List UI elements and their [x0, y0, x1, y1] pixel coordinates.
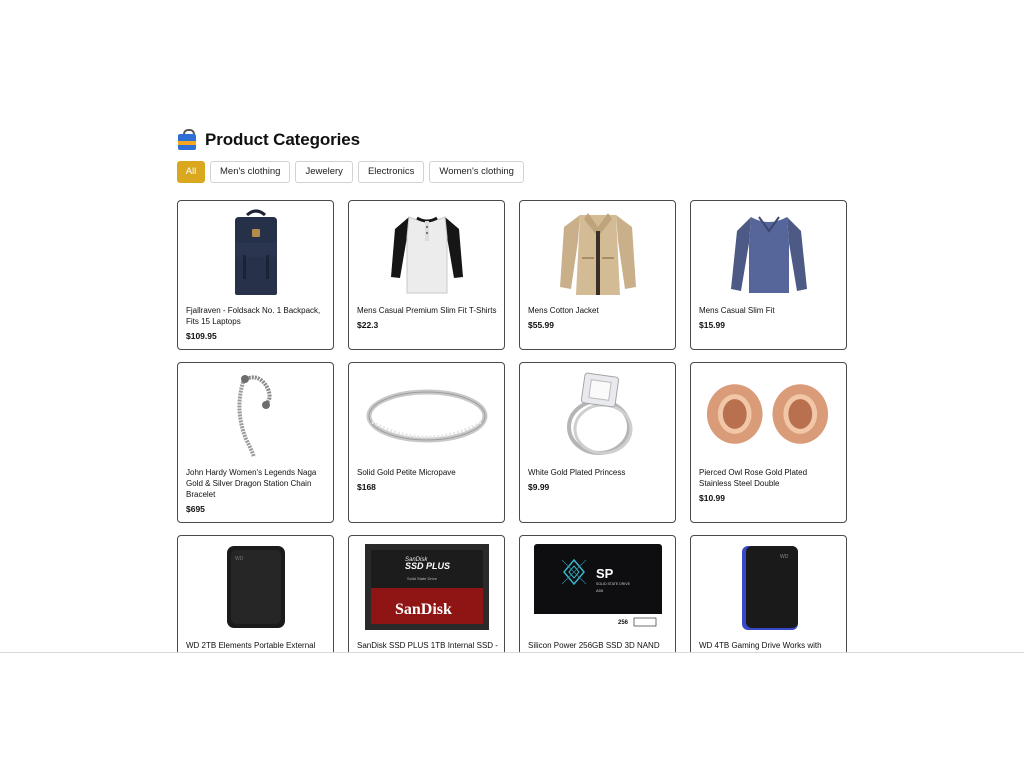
princess-ring-image — [528, 369, 667, 459]
product-card[interactable]: Mens Casual Premium Slim Fit T-Shirts $2… — [348, 200, 505, 350]
dragon-bracelet-image — [186, 369, 325, 459]
page-viewport[interactable]: Product Categories All Men's clothing Je… — [0, 0, 1024, 653]
backpack-image — [186, 207, 325, 297]
filter-jewelery-button[interactable]: Jewelery — [295, 161, 353, 183]
product-price: $109.95 — [186, 331, 217, 341]
product-name: Fjallraven - Foldsack No. 1 Backpack, Fi… — [186, 306, 321, 326]
product-price: $10.99 — [699, 493, 725, 503]
product-price: $22.3 — [357, 320, 379, 330]
sandisk-ssd-image: SanDisk SSD PLUS Solid State Drive SanDi… — [357, 542, 496, 632]
sp-type: SOLID STATE DRIVE — [596, 582, 631, 586]
product-name: Mens Cotton Jacket — [528, 306, 599, 315]
product-name: Mens Casual Slim Fit — [699, 306, 775, 315]
product-price: $9.99 — [528, 482, 550, 492]
sp-model: A55 — [596, 588, 604, 593]
product-card[interactable]: Pierced Owl Rose Gold Plated Stainless S… — [690, 362, 847, 523]
rose-gold-plugs-image — [699, 369, 838, 459]
ssd-model-label: SSD PLUS — [405, 561, 450, 571]
cotton-jacket-image — [528, 207, 667, 297]
product-card[interactable]: John Hardy Women's Legends Naga Gold & S… — [177, 362, 334, 523]
product-card[interactable]: SP SOLID STATE DRIVE A55 256 Silicon Pow… — [519, 535, 676, 652]
page-heading: Product Categories — [177, 128, 360, 152]
filter-electronics-button[interactable]: Electronics — [357, 161, 425, 183]
micropave-ring-image — [357, 369, 496, 459]
svg-text:WD: WD — [780, 554, 789, 560]
product-price: $15.99 — [699, 320, 725, 330]
product-price: $695 — [186, 504, 205, 514]
product-name: White Gold Plated Princess — [528, 468, 626, 477]
sp-brand: SP — [596, 566, 614, 581]
ssd-type-label: Solid State Drive — [407, 576, 438, 581]
ssd-brand-logo: SanDisk — [395, 601, 452, 618]
product-card[interactable]: Mens Cotton Jacket $55.99 — [519, 200, 676, 350]
product-price: $55.99 — [528, 320, 554, 330]
product-card[interactable]: WD WD 2TB Elements Portable External Har… — [177, 535, 334, 652]
product-card[interactable]: Mens Casual Slim Fit $15.99 — [690, 200, 847, 350]
product-name: John Hardy Women's Legends Naga Gold & S… — [186, 468, 317, 499]
product-card[interactable]: White Gold Plated Princess $9.99 — [519, 362, 676, 523]
long-sleeve-shirt-image — [699, 207, 838, 297]
silicon-power-ssd-image: SP SOLID STATE DRIVE A55 256 — [528, 542, 667, 632]
page-title: Product Categories — [205, 130, 361, 149]
product-card[interactable]: Solid Gold Petite Micropave $168 — [348, 362, 505, 523]
product-name: SanDisk SSD PLUS 1TB Internal SSD - — [357, 641, 498, 650]
filter-mens-clothing-button[interactable]: Men's clothing — [210, 161, 291, 183]
wd-external-drive-image: WD — [186, 542, 325, 632]
filter-womens-clothing-button[interactable]: Women's clothing — [429, 161, 524, 183]
svg-text:WD: WD — [235, 556, 244, 562]
product-name: WD 4TB Gaming Drive Works with — [699, 641, 822, 650]
wd-gaming-drive-image: WD — [699, 542, 838, 632]
product-card[interactable]: Fjallraven - Foldsack No. 1 Backpack, Fi… — [177, 200, 334, 350]
product-card[interactable]: WD WD 4TB Gaming Drive Works with — [690, 535, 847, 652]
sp-capacity: 256 — [618, 620, 629, 626]
filter-all-button[interactable]: All — [177, 161, 205, 183]
category-filter-bar: All Men's clothing Jewelery Electronics … — [177, 161, 524, 183]
product-name: WD 2TB Elements Portable External Hard — [186, 641, 316, 650]
shopping-bag-icon — [177, 129, 197, 151]
raglan-tshirt-image — [357, 207, 496, 297]
product-name: Solid Gold Petite Micropave — [357, 468, 456, 477]
product-name: Pierced Owl Rose Gold Plated Stainless S… — [699, 468, 808, 488]
product-name: Mens Casual Premium Slim Fit T-Shirts — [357, 306, 497, 315]
product-card[interactable]: SanDisk SSD PLUS Solid State Drive SanDi… — [348, 535, 505, 652]
product-name: Silicon Power 256GB SSD 3D NAND A55 — [528, 641, 660, 650]
product-price: $168 — [357, 482, 376, 492]
